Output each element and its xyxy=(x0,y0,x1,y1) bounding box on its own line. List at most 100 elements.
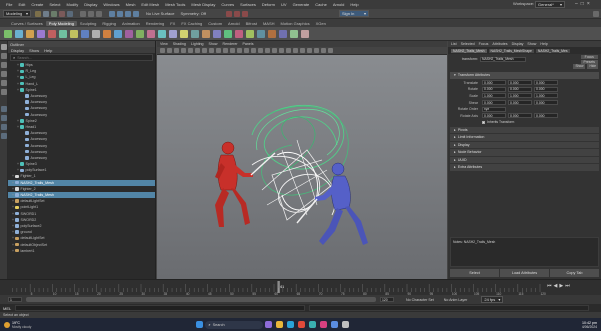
attribute-value-field[interactable]: 0.000 xyxy=(534,80,558,86)
outliner-item[interactable]: + lambert1 xyxy=(8,248,155,254)
time-slider[interactable]: 5 10 15 20 25 30 35 40 45 50 55 60 65 70 75 80 85 90 95 100… xyxy=(0,279,601,296)
workspace-dropdown[interactable]: General* ▾ xyxy=(535,1,565,8)
pyramid-icon[interactable] xyxy=(92,29,100,38)
redo-icon[interactable] xyxy=(67,10,73,17)
attribute-value-field[interactable]: 0.000 xyxy=(534,86,558,92)
shelf-tab-curves-surfaces[interactable]: Curves / Surfaces xyxy=(8,21,46,26)
shelf-tab-arnold[interactable]: Arnold xyxy=(225,21,243,26)
anti-alias-icon[interactable] xyxy=(244,48,249,53)
select-object-icon[interactable] xyxy=(88,10,94,17)
menu-item-edit-mesh[interactable]: Edit Mesh xyxy=(138,2,162,7)
pipe-icon[interactable] xyxy=(114,29,122,38)
close-icon[interactable]: × xyxy=(587,1,590,7)
attribute-value-field[interactable]: 0.000 xyxy=(508,100,532,106)
resolution-gate-icon[interactable] xyxy=(279,48,284,53)
taskbar-search[interactable]: ⌕ Search xyxy=(205,320,264,329)
color-management-icon[interactable] xyxy=(328,48,333,53)
plane-icon[interactable] xyxy=(59,29,67,38)
menu-item-curves[interactable]: Curves xyxy=(218,2,237,7)
ae-menu-display[interactable]: Display xyxy=(512,42,524,46)
grid-icon[interactable] xyxy=(188,48,193,53)
viewport-menu-panels[interactable]: Panels xyxy=(243,42,254,46)
weather-icon[interactable] xyxy=(4,321,10,328)
save-scene-icon[interactable] xyxy=(51,10,57,17)
sphere-icon[interactable] xyxy=(4,29,12,38)
menu-item-arnold[interactable]: Arnold xyxy=(330,2,348,7)
mirror-icon[interactable] xyxy=(224,29,232,38)
snap-curve-icon[interactable] xyxy=(117,10,123,17)
anim-layer-label[interactable]: No Anim Layer xyxy=(444,298,468,302)
cylinder-icon[interactable] xyxy=(26,29,34,38)
section-extra-attributes[interactable]: ▸ Extra Attributes xyxy=(450,164,599,171)
prism-icon[interactable] xyxy=(103,29,111,38)
torus-icon[interactable] xyxy=(48,29,56,38)
four-view-icon[interactable] xyxy=(0,115,7,121)
menu-item-surfaces[interactable]: Surfaces xyxy=(237,2,259,7)
snap-surface-icon[interactable] xyxy=(133,10,139,17)
attribute-value-field[interactable]: 0.000 xyxy=(482,100,506,106)
camera-attributes-icon[interactable] xyxy=(167,48,172,53)
mel-label[interactable]: MEL xyxy=(3,306,11,311)
attribute-value-field[interactable]: 1.000 xyxy=(482,93,506,99)
shelf-tab-fx-caching[interactable]: FX Caching xyxy=(178,21,205,26)
edge-icon[interactable] xyxy=(287,321,295,328)
single-view-icon[interactable] xyxy=(0,106,7,112)
separate-icon[interactable] xyxy=(191,29,199,38)
step-back-icon[interactable]: ◀ xyxy=(554,283,558,289)
ae-menu-selected[interactable]: Selected xyxy=(461,42,475,46)
viewport-menu-shading[interactable]: Shading xyxy=(173,42,186,46)
menu-item-select[interactable]: Select xyxy=(46,2,63,7)
ae-menu-show[interactable]: Show xyxy=(527,42,536,46)
snap-grid-icon[interactable] xyxy=(109,10,115,17)
ae-menu-attributes[interactable]: Attributes xyxy=(492,42,507,46)
range-start-field[interactable]: 1 xyxy=(8,297,22,302)
app-icon[interactable] xyxy=(320,321,328,328)
smooth-shade-icon[interactable] xyxy=(202,48,207,53)
menu-item-deform[interactable]: Deform xyxy=(259,2,278,7)
outliner-layout-icon[interactable] xyxy=(0,124,7,130)
range-end-field[interactable]: 120 xyxy=(380,297,394,302)
fill-hole-icon[interactable] xyxy=(268,29,276,38)
go-start-icon[interactable]: ⏮ xyxy=(547,283,552,289)
viewport-menu-view[interactable]: View xyxy=(160,42,168,46)
ae-menu-list[interactable]: List xyxy=(451,42,457,46)
node-tab[interactable]: NASH2_Trails_MeshShape xyxy=(488,48,534,53)
section-display[interactable]: ▸ Display xyxy=(450,141,599,149)
graph-layout-icon[interactable] xyxy=(0,133,7,139)
attribute-value-field[interactable]: 0.000 xyxy=(534,100,558,106)
gate-mask-icon[interactable] xyxy=(286,48,291,53)
shelf-tab-motion-graphics[interactable]: Motion Graphics xyxy=(278,21,313,26)
multi-cut-icon[interactable] xyxy=(279,29,287,38)
cube-icon[interactable] xyxy=(15,29,23,38)
attribute-value-field[interactable]: 0.000 xyxy=(508,86,532,92)
lasso-tool-icon[interactable] xyxy=(0,53,7,59)
chrome-icon[interactable] xyxy=(298,321,306,328)
node-tab[interactable]: NASH2_Trails_Mesh xyxy=(451,48,487,53)
character-set-label[interactable]: No Character Set xyxy=(406,298,434,302)
play-icon[interactable]: ▶ xyxy=(559,283,563,289)
menu-item-cache[interactable]: Cache xyxy=(312,2,330,7)
soccer-ball-icon[interactable] xyxy=(147,29,155,38)
presets-button[interactable]: Presets xyxy=(580,59,598,64)
move-tool-icon[interactable] xyxy=(0,71,7,77)
mode-dropdown[interactable]: Modeling ▾ xyxy=(3,10,31,17)
new-scene-icon[interactable] xyxy=(35,10,41,17)
hide-button[interactable]: Hide xyxy=(587,64,598,69)
platonic-icon[interactable] xyxy=(81,29,89,38)
textured-icon[interactable] xyxy=(209,48,214,53)
outliner-menu-show[interactable]: Show xyxy=(29,48,39,53)
image-plane-icon[interactable] xyxy=(181,48,186,53)
menu-item-uv[interactable]: UV xyxy=(278,2,290,7)
attribute-value-field[interactable]: 0.000 xyxy=(482,113,506,119)
target-weld-icon[interactable] xyxy=(290,29,298,38)
menu-item-display[interactable]: Display xyxy=(81,2,100,7)
sign-in-button[interactable]: Sign In ▾ xyxy=(338,10,369,17)
load-attributes-button[interactable]: Load Attributes xyxy=(500,269,549,277)
maximize-icon[interactable]: □ xyxy=(581,1,584,7)
attribute-value-field[interactable]: 1.000 xyxy=(534,93,558,99)
shelf-tab-rigging[interactable]: Rigging xyxy=(99,21,119,26)
copy-tab-button[interactable]: Copy Tab xyxy=(550,269,599,277)
attribute-value-field[interactable]: 0.000 xyxy=(534,113,558,119)
select-hierarchy-icon[interactable] xyxy=(80,10,86,17)
shadows-icon[interactable] xyxy=(223,48,228,53)
